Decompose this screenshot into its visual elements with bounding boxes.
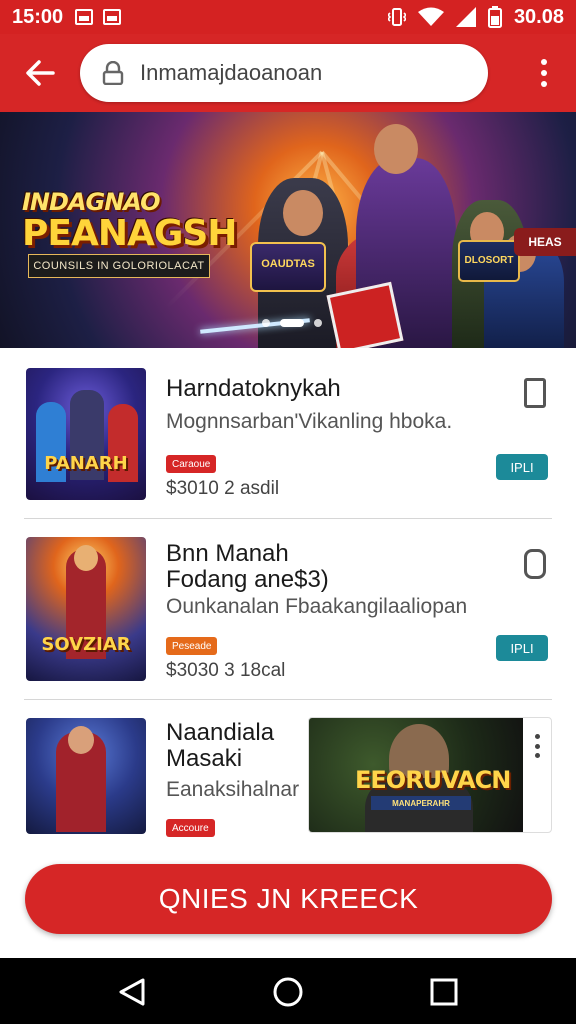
item-thumbnail: SOVZIAR xyxy=(26,537,146,681)
banner-corner-tag: HEAS xyxy=(514,228,576,256)
overflow-dot xyxy=(535,743,540,749)
carousel-dot[interactable] xyxy=(262,319,270,327)
status-bar: 15:00 30.08 xyxy=(0,0,576,34)
hero-head xyxy=(283,190,323,236)
item-price: $3030 3 18cal xyxy=(166,660,286,681)
list-item[interactable]: SOVZIAR Bnn Manah Fodang ane$3) Ounkanal… xyxy=(0,519,576,699)
image-notification-icon xyxy=(75,9,94,25)
status-time: 15:00 xyxy=(12,5,64,28)
banner-title-main: PEANAGSH xyxy=(22,213,237,254)
back-arrow-icon xyxy=(26,60,55,86)
ad-menu-button[interactable] xyxy=(535,734,541,758)
overflow-menu-icon xyxy=(541,59,547,65)
vibrate-icon xyxy=(387,8,406,26)
item-tag: Caraoue xyxy=(166,455,217,473)
ad-image: EEORUVACN MANAPERAHR xyxy=(309,718,523,832)
gallery-notification-icon xyxy=(103,9,122,25)
wifi-icon xyxy=(417,7,444,26)
item-thumbnail: PANARH xyxy=(26,368,146,500)
save-button[interactable]: IPLI xyxy=(496,454,548,480)
navigation-bar xyxy=(0,958,576,1024)
banner-title: INDAGNAO PEANAGSH xyxy=(22,188,242,252)
app-bar xyxy=(0,34,576,112)
lock-icon xyxy=(102,61,124,85)
nav-recents-button[interactable] xyxy=(426,974,462,1010)
bookmark-icon[interactable] xyxy=(524,549,546,579)
item-title: Harndatoknykah xyxy=(166,375,341,402)
item-price: $3010 2 asdil xyxy=(166,478,280,499)
banner-badge-right: DLOSORT xyxy=(458,240,520,282)
ad-subtitle: MANAPERAHR xyxy=(371,796,471,810)
thumbnail-label: SOVZIAR xyxy=(41,634,131,655)
ad-title: EEORUVACN xyxy=(355,766,511,794)
search-input[interactable] xyxy=(140,60,450,86)
overflow-menu-icon xyxy=(535,734,540,739)
signal-icon xyxy=(455,7,476,27)
save-button[interactable]: IPLI xyxy=(496,635,548,661)
nav-back-icon xyxy=(119,978,145,1006)
list-item[interactable]: PANARH Harndatoknykah Mognnsarban'Vikanl… xyxy=(0,348,576,518)
banner-badge-left: OAUDTAS xyxy=(250,242,326,292)
nav-home-icon xyxy=(273,977,303,1007)
thumb-head xyxy=(68,726,94,754)
ad-card[interactable]: EEORUVACN MANAPERAHR xyxy=(308,717,552,833)
banner-subtitle: COUNSILS IN GOLORIOLACAT xyxy=(28,254,210,278)
carousel-dot-active[interactable] xyxy=(280,319,304,327)
hero-head xyxy=(374,124,418,174)
overflow-menu-button[interactable] xyxy=(536,56,552,90)
nav-back-button[interactable] xyxy=(114,974,150,1010)
carousel-dot[interactable] xyxy=(314,319,322,327)
battery-percent: 30.08 xyxy=(513,5,564,28)
item-title: Naandiala Masaki xyxy=(166,719,275,773)
overflow-dot xyxy=(535,753,540,758)
item-description: Ounkanalan Fbaakangilaaliopan xyxy=(166,595,468,618)
notification-icons xyxy=(75,9,122,25)
banner-title-top: INDAGNAO xyxy=(22,188,161,216)
thumb-head xyxy=(74,545,98,571)
screen: 15:00 30.08 Inmamajdaoanoan INDAGNAO PEA… xyxy=(0,0,576,1024)
overflow-dot xyxy=(541,70,547,76)
item-description: Mognnsarban'Vikanling hboka. xyxy=(166,410,453,433)
item-description: Eanaksihalnar xyxy=(166,778,300,801)
battery-icon xyxy=(487,6,502,28)
nav-recents-icon xyxy=(430,978,458,1006)
bookmark-icon[interactable] xyxy=(524,378,546,408)
item-title: Bnn Manah Fodang ane$3) xyxy=(166,540,329,594)
primary-cta-button[interactable]: QNIES JN KREECK xyxy=(25,864,552,934)
item-tag: Peseade xyxy=(166,637,218,655)
carousel-indicator xyxy=(262,319,322,327)
item-thumbnail xyxy=(26,718,146,834)
nav-home-button[interactable] xyxy=(270,974,306,1010)
item-tag: Accoure xyxy=(166,819,215,837)
back-button[interactable] xyxy=(20,53,60,93)
search-bar[interactable] xyxy=(80,44,488,102)
thumbnail-label: PANARH xyxy=(44,453,128,474)
status-right: 30.08 xyxy=(387,5,564,29)
overflow-dot xyxy=(541,81,547,87)
promo-banner[interactable]: INDAGNAO PEANAGSH COUNSILS IN GOLORIOLAC… xyxy=(0,112,576,348)
